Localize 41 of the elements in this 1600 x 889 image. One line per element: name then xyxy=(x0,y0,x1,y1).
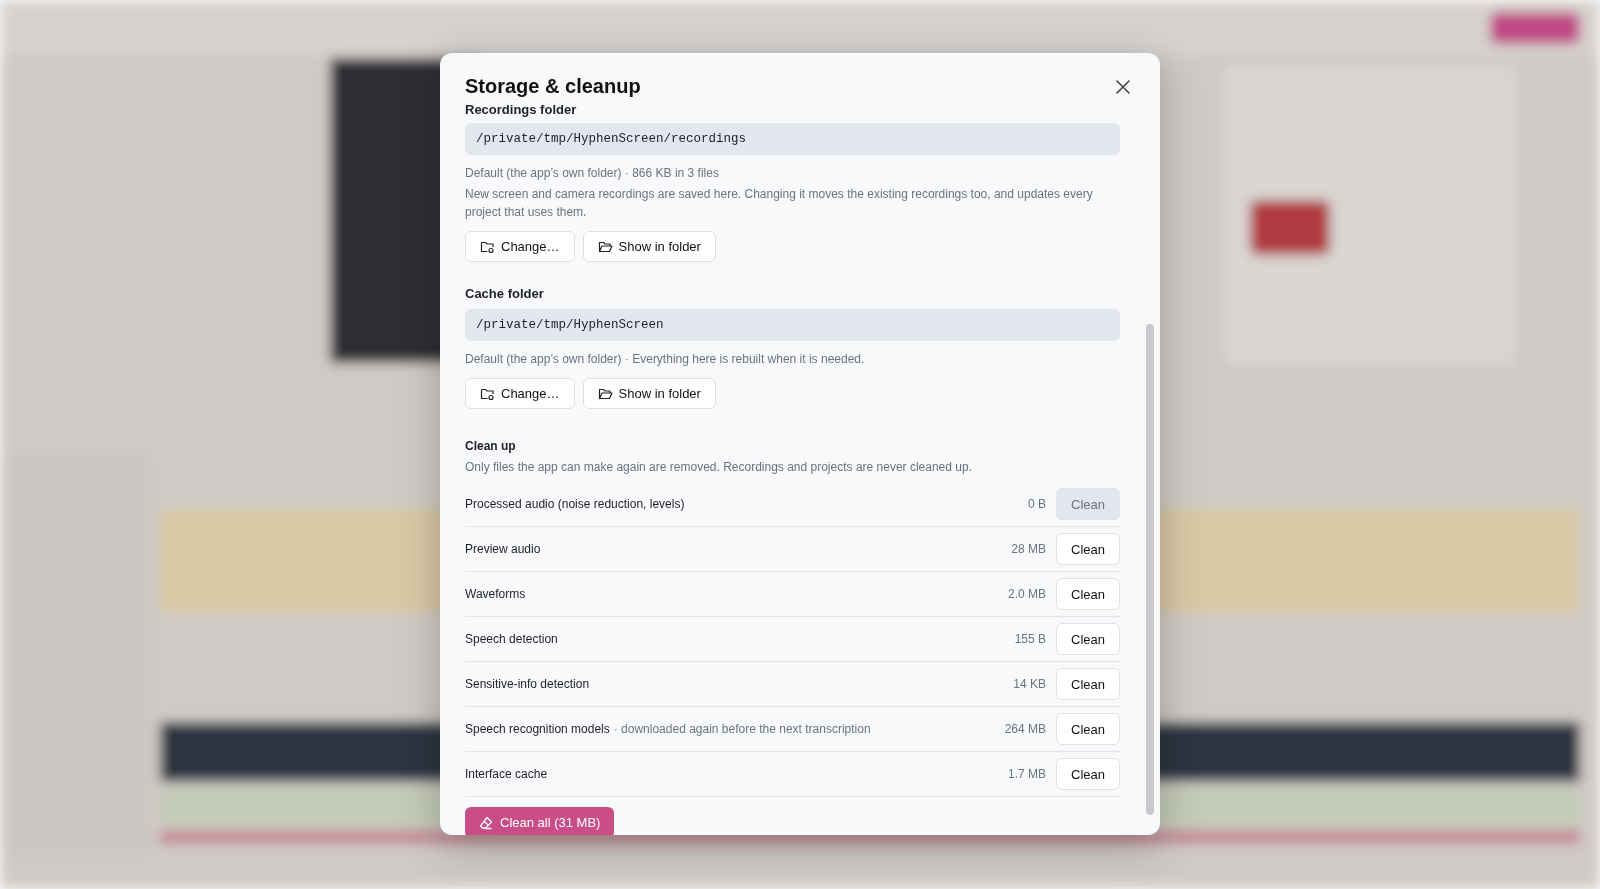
change-button[interactable]: Change… xyxy=(465,378,575,409)
clean-all-button[interactable]: Clean all (31 MB) xyxy=(465,807,615,835)
folder-info: Default (the app’s own folder) · Everything here is rebuilt when it is needed. xyxy=(465,351,866,368)
cache-size: 0 B xyxy=(1028,497,1046,511)
open-folder-icon xyxy=(597,386,613,401)
folder-description: New screen and camera recordings are saved here. Changing it moves the existing recordings too, and updates every project that uses them. xyxy=(465,186,1094,221)
cache-name: Speech detection xyxy=(465,632,559,646)
scrollbar-thumb[interactable] xyxy=(1146,324,1154,815)
eraser-icon xyxy=(479,815,493,830)
folder-info: Default (the app’s own folder) · 866 KB in 3 files xyxy=(465,165,720,182)
dialog-title: Storage & cleanup xyxy=(465,75,641,98)
clean-button[interactable]: Clean xyxy=(1056,668,1120,700)
cache-size: 14 KB xyxy=(1013,677,1046,691)
cache-size: 28 MB xyxy=(1011,542,1046,556)
clean-button[interactable]: Clean xyxy=(1056,533,1120,565)
cache-name: Speech recognition models · downloaded again before the next transcription xyxy=(465,722,872,736)
cache-name: Preview audio xyxy=(465,542,542,556)
clean-button[interactable]: Clean xyxy=(1056,713,1120,745)
section-description: Only files the app can make again are removed. Recordings and projects are never cleaned up. xyxy=(465,459,973,476)
path-field[interactable]: /private/tmp/HyphenScreen/recordings xyxy=(465,123,1120,155)
cache-name: Waveforms xyxy=(465,587,527,601)
clean-button[interactable]: Clean xyxy=(1056,623,1120,655)
change-button[interactable]: Change… xyxy=(465,231,575,262)
section-heading: Recordings folder xyxy=(465,102,578,117)
cache-size: 2.0 MB xyxy=(1008,587,1046,601)
folder-icon xyxy=(480,239,495,254)
section-heading: Cache folder xyxy=(465,286,545,301)
cache-name: Processed audio (noise reduction, levels) xyxy=(465,497,686,511)
show-in-folder-button[interactable]: Show in folder xyxy=(582,231,716,262)
section-heading: Clean up xyxy=(465,439,517,453)
path-field[interactable]: /private/tmp/HyphenScreen xyxy=(465,309,1120,341)
cache-size: 264 MB xyxy=(1004,722,1046,736)
cache-name: Interface cache xyxy=(465,767,549,781)
clean-button[interactable]: Clean xyxy=(1056,758,1120,790)
show-in-folder-button[interactable]: Show in folder xyxy=(582,378,716,409)
clean-button[interactable]: Clean xyxy=(1056,578,1120,610)
cache-name: Sensitive-info detection xyxy=(465,677,591,691)
cache-size: 1.7 MB xyxy=(1008,767,1046,781)
folder-icon xyxy=(480,386,495,401)
open-folder-icon xyxy=(597,239,613,254)
cache-size: 155 B xyxy=(1014,632,1046,646)
